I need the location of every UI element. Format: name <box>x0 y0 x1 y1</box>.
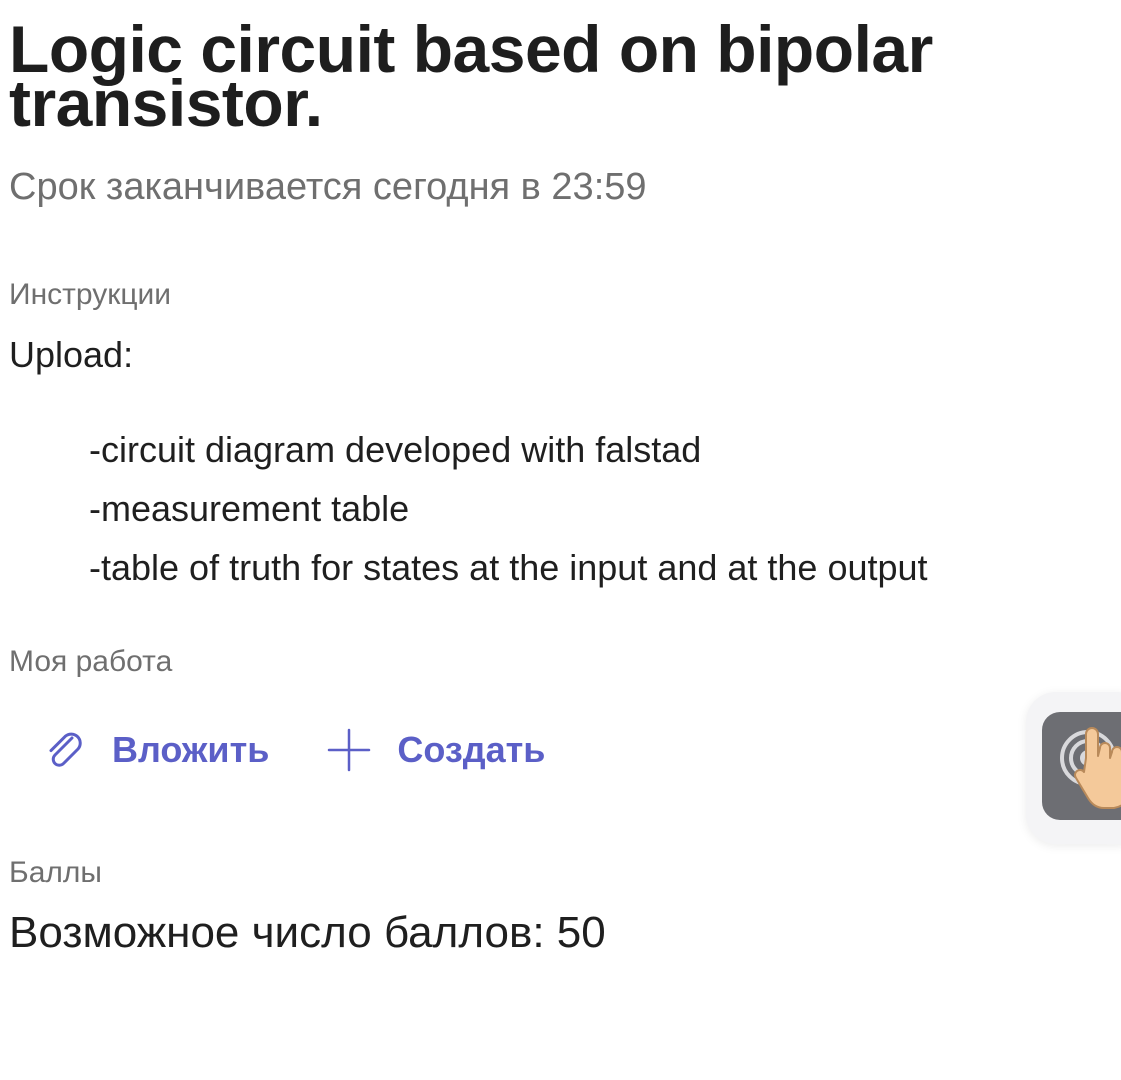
points-value: Возможное число баллов: 50 <box>9 908 606 957</box>
instructions-list: -circuit diagram developed with falstad … <box>89 426 928 603</box>
deadline-text: Срок заканчивается сегодня в 23:59 <box>9 166 647 208</box>
instructions-item: -measurement table <box>89 488 410 529</box>
touch-assist-button[interactable] <box>1042 712 1121 820</box>
create-button-label: Создать <box>397 729 546 770</box>
assignment-page: Logic circuit based on bipolar transisto… <box>0 0 1121 1080</box>
attach-button-label: Вложить <box>112 729 270 770</box>
my-work-actions: Вложить Создать <box>42 722 545 778</box>
instructions-item: -circuit diagram developed with falstad <box>89 429 702 470</box>
attach-button[interactable]: Вложить <box>42 726 269 774</box>
my-work-label: Моя работа <box>9 645 173 678</box>
instructions-intro: Upload: <box>9 334 134 375</box>
points-label: Баллы <box>9 856 102 889</box>
assignment-title: Logic circuit based on bipolar transisto… <box>9 12 933 140</box>
create-button[interactable]: Создать <box>325 726 545 774</box>
instructions-label: Инструкции <box>9 278 172 311</box>
paperclip-icon <box>42 726 90 774</box>
plus-icon <box>325 726 373 774</box>
instructions-item: -table of truth for states at the input … <box>89 547 928 588</box>
touch-gesture-icon <box>1060 727 1121 809</box>
